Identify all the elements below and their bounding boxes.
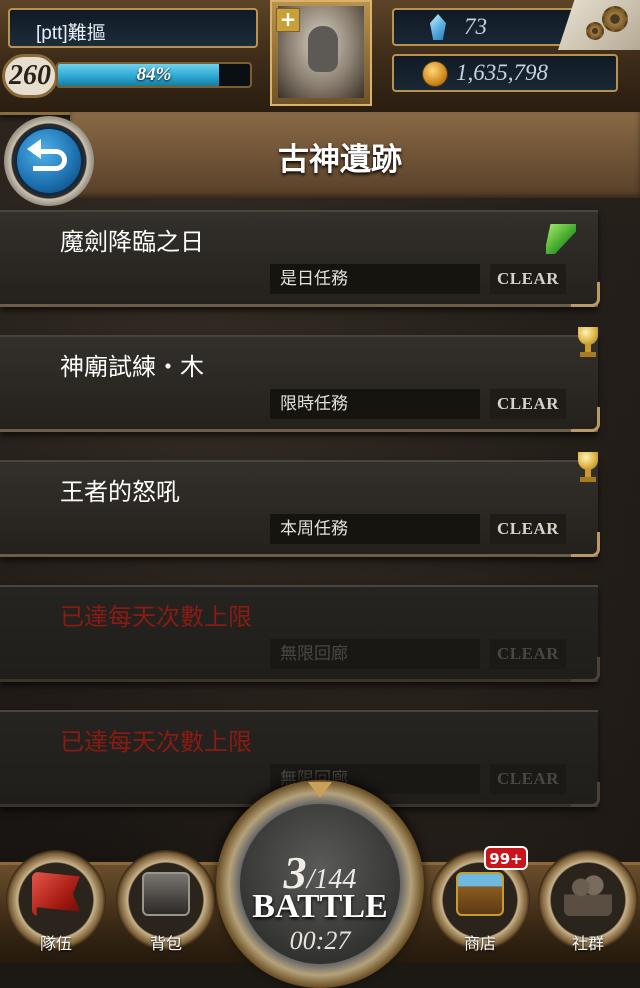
nav-shop-label: 商店	[463, 934, 496, 953]
mission-status: CLEAR	[490, 514, 566, 544]
title-banner: 古神遺跡	[70, 112, 640, 198]
nav-team-label: 隊伍	[39, 934, 72, 953]
coin-count: 1,635,798	[456, 60, 548, 85]
corner-ornament	[571, 282, 600, 307]
mission-row-locked: 已達每天次數上限 無限回廊 CLEAR	[0, 585, 600, 682]
mission-status: CLEAR	[490, 639, 566, 669]
gem-icon	[430, 14, 446, 40]
mission-title: 已達每天次數上限	[60, 728, 252, 756]
stamina-timer: 00:27	[289, 926, 351, 955]
mission-title: 魔劍降臨之日	[60, 228, 204, 256]
exp-bar: 84%	[56, 62, 252, 88]
mission-row[interactable]: 王者的怒吼 本周任務 CLEAR	[0, 452, 600, 557]
mission-title: 王者的怒吼	[60, 478, 180, 506]
mission-title: 神廟試練・木	[60, 353, 204, 381]
mission-status: CLEAR	[490, 764, 566, 794]
back-button[interactable]	[4, 116, 94, 206]
mission-type: 無限回廊	[270, 639, 480, 669]
exp-percent: 84%	[136, 64, 172, 85]
coin-counter: 1,635,798	[392, 54, 618, 92]
level-badge: 260	[2, 54, 58, 98]
mission-title: 已達每天次數上限	[60, 603, 252, 631]
gear-icon	[602, 6, 628, 32]
leader-portrait[interactable]: +	[270, 0, 372, 106]
battle-label: BATTLE	[252, 888, 388, 925]
shop-badge: 99+	[484, 846, 528, 870]
nav-social-label: 社群	[571, 934, 604, 953]
corner-ornament	[571, 657, 600, 682]
player-level: 260	[9, 60, 51, 91]
trophy-icon	[572, 448, 604, 486]
battle-notch-ornament	[308, 782, 332, 798]
trophy-icon	[572, 323, 604, 361]
bag-icon	[142, 872, 190, 916]
corner-ornament	[571, 782, 600, 807]
corner-ornament	[571, 532, 600, 557]
people-icon	[564, 872, 612, 916]
top-hud: [ptt]難摳 260 84% + 73 1,635,798	[0, 0, 640, 115]
back-arrow-head-icon	[27, 139, 41, 159]
portrait-face	[308, 26, 338, 72]
gear-small-icon	[586, 22, 604, 40]
coin-icon	[422, 61, 448, 87]
battle-core: 3/144 BATTLE 00:27	[240, 804, 400, 964]
mission-row[interactable]: 魔劍降臨之日 是日任務 CLEAR	[0, 210, 600, 307]
player-name-plate[interactable]: [ptt]難摳	[8, 8, 258, 48]
gem-count: 73	[464, 14, 487, 39]
mission-row[interactable]: 神廟試練・木 限時任務 CLEAR	[0, 327, 600, 432]
plus-icon[interactable]: +	[276, 8, 300, 32]
battle-button[interactable]: 3/144 BATTLE 00:27	[216, 780, 424, 988]
mission-type: 是日任務	[270, 264, 480, 294]
treasure-chest-icon	[456, 872, 504, 916]
mission-status: CLEAR	[490, 389, 566, 419]
back-button-face	[15, 127, 83, 195]
player-name: [ptt]難摳	[36, 23, 106, 44]
mission-status: CLEAR	[490, 264, 566, 294]
sword-icon	[546, 224, 576, 254]
nav-bag-label: 背包	[149, 934, 182, 953]
mission-type: 限時任務	[270, 389, 480, 419]
corner-ornament	[571, 407, 600, 432]
flag-icon	[32, 872, 80, 916]
page-title: 古神遺跡	[278, 142, 402, 178]
mission-type: 本周任務	[270, 514, 480, 544]
